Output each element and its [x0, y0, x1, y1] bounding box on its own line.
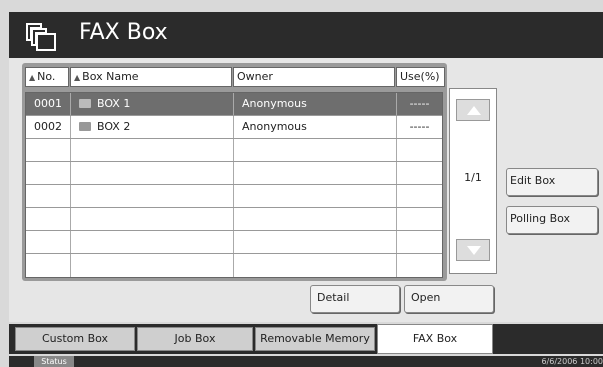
- cell-no: 0001: [26, 93, 71, 115]
- polling-box-button[interactable]: Polling Box: [506, 206, 598, 234]
- page-title: FAX Box: [79, 20, 168, 45]
- arrow-up-icon: [467, 106, 481, 115]
- cell-use: -----: [409, 120, 430, 133]
- column-header-owner: Owner: [233, 67, 395, 87]
- tab-bar: Custom Box Job Box Removable Memory FAX …: [9, 324, 603, 354]
- column-header-box-name[interactable]: ▲ Box Name: [70, 67, 232, 87]
- table-body: 0001 BOX 1 Anonymous ----- 0002 BOX 2 An…: [25, 92, 443, 278]
- cell-box-name: BOX 2: [71, 116, 234, 138]
- table-row[interactable]: 0001 BOX 1 Anonymous -----: [26, 93, 442, 116]
- fax-box-screen: FAX Box ▲ No. ▲ Box Name Owner Use(%) 0001…: [0, 0, 603, 367]
- datetime: 6/6/2006 10:00: [541, 357, 603, 366]
- box-table: ▲ No. ▲ Box Name Owner Use(%) 0001 BOX 1 A…: [22, 63, 447, 281]
- tab-custom-box[interactable]: Custom Box: [15, 327, 135, 351]
- table-row[interactable]: 0002 BOX 2 Anonymous -----: [26, 116, 442, 139]
- cell-owner: Anonymous: [234, 93, 397, 115]
- table-row-empty[interactable]: [26, 208, 442, 231]
- table-row-empty[interactable]: [26, 185, 442, 208]
- page-indicator: 1/1: [464, 171, 482, 184]
- edit-box-button[interactable]: Edit Box: [506, 168, 598, 196]
- box-stack-icon: [21, 20, 59, 54]
- table-row-empty[interactable]: [26, 254, 442, 277]
- detail-button[interactable]: Detail: [310, 285, 400, 313]
- arrow-down-icon: [467, 246, 481, 255]
- table-row-empty[interactable]: [26, 139, 442, 162]
- cell-use: -----: [409, 97, 430, 110]
- scroll-down-button[interactable]: [456, 239, 490, 261]
- folder-icon: [79, 122, 91, 131]
- tab-removable-memory[interactable]: Removable Memory: [255, 327, 375, 351]
- column-header-use: Use(%): [396, 67, 445, 87]
- cell-owner: Anonymous: [234, 116, 397, 138]
- cell-box-name: BOX 1: [71, 93, 234, 115]
- scrollbar[interactable]: 1/1: [449, 88, 497, 274]
- column-header-no[interactable]: ▲ No.: [25, 67, 69, 87]
- tab-fax-box[interactable]: FAX Box: [377, 324, 493, 354]
- tab-job-box[interactable]: Job Box: [137, 327, 253, 351]
- table-header: ▲ No. ▲ Box Name Owner Use(%): [25, 67, 446, 87]
- main-panel: ▲ No. ▲ Box Name Owner Use(%) 0001 BOX 1 A…: [9, 58, 603, 322]
- sort-icon: ▲: [74, 73, 81, 82]
- cell-no: 0002: [26, 116, 71, 138]
- header-bar: FAX Box: [9, 12, 603, 58]
- status-bar: Status 6/6/2006 10:00: [9, 356, 603, 367]
- folder-icon: [79, 99, 91, 108]
- open-button[interactable]: Open: [404, 285, 494, 313]
- sort-icon: ▲: [29, 73, 36, 82]
- scroll-up-button[interactable]: [456, 99, 490, 121]
- table-row-empty[interactable]: [26, 231, 442, 254]
- status-button[interactable]: Status: [34, 356, 74, 367]
- table-row-empty[interactable]: [26, 162, 442, 185]
